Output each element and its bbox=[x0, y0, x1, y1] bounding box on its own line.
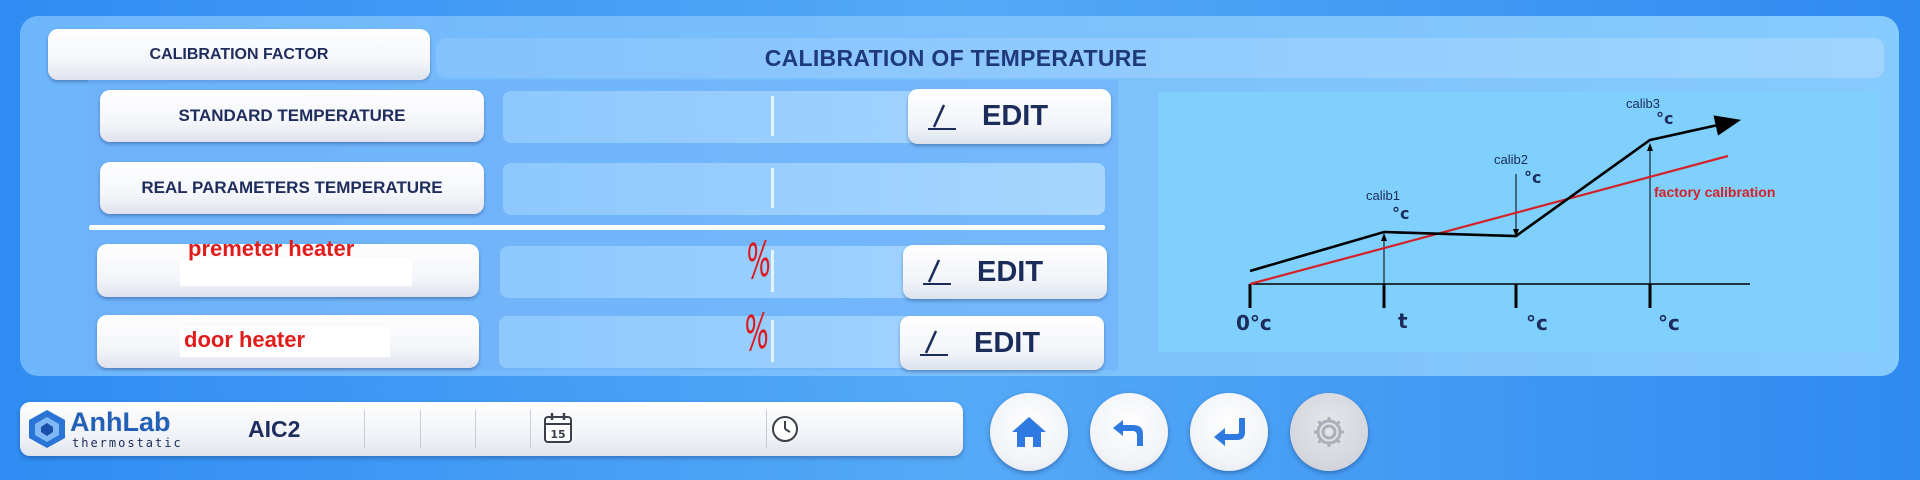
x-tick-label: t bbox=[1398, 309, 1408, 333]
clock-icon bbox=[772, 416, 798, 442]
premeter-heater-edit-button[interactable]: EDIT bbox=[903, 245, 1107, 299]
door-heater-unit: % bbox=[742, 302, 771, 364]
home-icon bbox=[1012, 417, 1046, 447]
calib1-unit: °c bbox=[1392, 204, 1409, 223]
standard-temperature-edit-button[interactable]: EDIT bbox=[908, 89, 1111, 144]
status-separator bbox=[530, 410, 531, 448]
device-name: AIC2 bbox=[248, 416, 301, 442]
status-bar: AnhLab thermostatic AIC2 15 bbox=[20, 402, 963, 456]
premeter-heater-label: premeter heater bbox=[188, 236, 355, 261]
calibration-graph-svg: calib1 °c calib2 °c calib3 °c factory ca… bbox=[1236, 96, 1775, 335]
x-tick-label: °c bbox=[1526, 311, 1548, 335]
calibration-factor-tab[interactable]: CALIBRATION FACTOR bbox=[48, 29, 430, 80]
factory-calibration-label: factory calibration bbox=[1654, 184, 1775, 200]
status-separator bbox=[420, 410, 421, 448]
standard-temperature-label: STANDARD TEMPERATURE bbox=[100, 90, 484, 142]
enter-button[interactable] bbox=[1190, 393, 1268, 471]
settings-button[interactable] bbox=[1290, 393, 1368, 471]
factory-calibration-line bbox=[1249, 154, 1729, 286]
edit-label: EDIT bbox=[977, 255, 1044, 288]
x-tick-label: °c bbox=[1658, 311, 1680, 335]
premeter-heater-unit: % bbox=[744, 230, 773, 292]
real-parameters-temperature-field[interactable] bbox=[503, 163, 1105, 215]
calib3-label: calib3 bbox=[1626, 96, 1660, 111]
pen-icon bbox=[920, 330, 948, 356]
edit-label: EDIT bbox=[974, 326, 1041, 359]
svg-text:15: 15 bbox=[550, 428, 565, 441]
door-heater-label: door heater bbox=[184, 327, 306, 352]
pen-icon bbox=[928, 103, 956, 130]
brand-subtitle: thermostatic bbox=[72, 436, 183, 450]
calib1-label: calib1 bbox=[1366, 188, 1400, 203]
edit-label: EDIT bbox=[982, 100, 1049, 132]
calendar-icon: 15 bbox=[544, 413, 572, 443]
door-heater-edit-button[interactable]: EDIT bbox=[900, 316, 1104, 370]
brand-name: AnhLab bbox=[70, 407, 171, 437]
field-separator bbox=[771, 168, 774, 208]
status-separator bbox=[475, 410, 476, 448]
pen-icon bbox=[923, 259, 951, 285]
settings-icon bbox=[1314, 417, 1344, 447]
field-separator bbox=[771, 320, 774, 362]
calib3-unit: °c bbox=[1656, 109, 1673, 128]
field-separator bbox=[771, 96, 774, 136]
calib2-unit: °c bbox=[1524, 168, 1541, 187]
enter-icon bbox=[1214, 418, 1245, 446]
calib2-label: calib2 bbox=[1494, 152, 1528, 167]
label-patch bbox=[180, 258, 412, 286]
status-separator bbox=[766, 410, 767, 448]
back-icon bbox=[1113, 420, 1143, 446]
section-divider bbox=[89, 225, 1105, 230]
page-title: CALIBRATION OF TEMPERATURE bbox=[764, 44, 1148, 71]
home-button[interactable] bbox=[990, 393, 1068, 471]
status-separator bbox=[364, 410, 365, 448]
back-button[interactable] bbox=[1090, 393, 1168, 471]
calibration-graph: calib1 °c calib2 °c calib3 °c factory ca… bbox=[1158, 92, 1878, 352]
real-parameters-temperature-label: REAL PARAMETERS TEMPERATURE bbox=[100, 162, 484, 214]
x-tick-label: 0°c bbox=[1236, 311, 1272, 335]
anhlab-logo-icon bbox=[29, 410, 65, 448]
